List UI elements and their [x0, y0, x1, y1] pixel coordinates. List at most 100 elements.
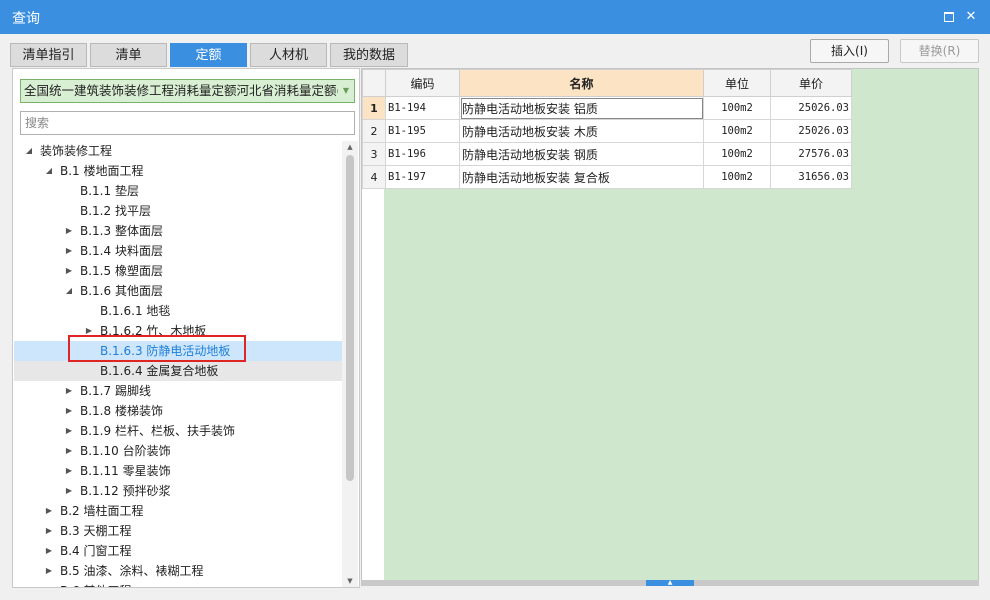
cell-name[interactable]: 防静电活动地板安装 复合板 — [459, 165, 704, 189]
library-select[interactable]: 全国统一建筑装饰装修工程消耗量定额河北省消耗量定额(20 ▼ — [20, 79, 355, 103]
tree-node-label: B.1.5 橡塑面层 — [80, 264, 163, 278]
tree-node[interactable]: ▶ B.1.11 零星装饰 — [14, 461, 342, 481]
cell-name[interactable]: 防静电活动地板安装 木质 — [459, 119, 704, 143]
cell-code[interactable]: B1-197 — [385, 165, 460, 189]
cell-unit[interactable]: 100m2 — [703, 142, 771, 166]
replace-button[interactable]: 替换(R) — [900, 39, 979, 63]
tab-materials[interactable]: 人材机 — [250, 43, 327, 67]
expand-icon[interactable]: ▶ — [64, 241, 74, 261]
expand-icon[interactable]: ▶ — [64, 401, 74, 421]
expand-icon[interactable]: ▶ — [84, 321, 94, 341]
expand-icon[interactable]: ▶ — [44, 541, 54, 561]
library-select-value: 全国统一建筑装饰装修工程消耗量定额河北省消耗量定额(20 — [24, 83, 355, 98]
cell-unit[interactable]: 100m2 — [703, 96, 771, 120]
scrollbar-thumb[interactable] — [346, 155, 354, 481]
expand-icon[interactable]: ▶ — [64, 421, 74, 441]
expand-icon[interactable]: ▶ — [44, 521, 54, 541]
header-name[interactable]: 名称 — [459, 69, 704, 97]
collapse-icon[interactable]: ◢ — [64, 281, 74, 301]
table-row[interactable]: 2 B1-195 防静电活动地板安装 木质 100m2 25026.03 — [362, 119, 852, 143]
tree-node-label: B.1.10 台阶装饰 — [80, 444, 171, 458]
cell-unit[interactable]: 100m2 — [703, 119, 771, 143]
tree-node-label: B.1.9 栏杆、栏板、扶手装饰 — [80, 424, 235, 438]
tree-node-label: B.1.11 零星装饰 — [80, 464, 171, 478]
splitter-grip-icon[interactable]: ▲ — [646, 580, 694, 586]
tree-node-label: B.3 天棚工程 — [60, 524, 132, 538]
tree-node[interactable]: ▶ B.1.10 台阶装饰 — [14, 441, 342, 461]
tree-node[interactable]: ▶ B.1.12 预拌砂浆 — [14, 481, 342, 501]
tree-node-label: B.6 其他工程 — [60, 581, 132, 587]
close-icon[interactable]: ✕ — [963, 9, 979, 25]
table-row[interactable]: 4 B1-197 防静电活动地板安装 复合板 100m2 31656.03 — [362, 165, 852, 189]
tree-node[interactable]: ▶ B.3 天棚工程 — [14, 521, 342, 541]
tree-node[interactable]: B.1.2 找平层 — [14, 201, 342, 221]
triangle-down-icon[interactable]: ▼ — [338, 80, 354, 102]
tree-node[interactable]: B.1.6.1 地毯 — [14, 301, 342, 321]
tree-node-label: 装饰装修工程 — [40, 144, 113, 158]
expand-icon[interactable]: ▶ — [44, 561, 54, 581]
search-input[interactable] — [20, 111, 355, 135]
tab-quota[interactable]: 定额 — [170, 43, 247, 67]
tree-node[interactable]: ▶ B.1.3 整体面层 — [14, 221, 342, 241]
cell-code[interactable]: B1-196 — [385, 142, 460, 166]
expand-icon[interactable]: ▶ — [64, 221, 74, 241]
cell-name[interactable]: 防静电活动地板安装 铝质 — [459, 96, 704, 120]
tree-node[interactable]: ▶ B.1.7 踢脚线 — [14, 381, 342, 401]
tab-bill-guide[interactable]: 清单指引 — [10, 43, 87, 67]
expand-icon[interactable]: ▶ — [44, 501, 54, 521]
maximize-icon[interactable] — [941, 9, 957, 25]
tree-node[interactable]: ▶ B.1.5 橡塑面层 — [14, 261, 342, 281]
cell-code[interactable]: B1-195 — [385, 119, 460, 143]
tree-node[interactable]: ▶ B.5 油漆、涂料、裱糊工程 — [14, 561, 342, 581]
tree-node[interactable]: ▶ B.6 其他工程 — [14, 581, 342, 587]
tree-node-label: B.1.3 整体面层 — [80, 224, 163, 238]
tree-node[interactable]: ▶ B.1.6.2 竹、木地板 — [14, 321, 342, 341]
collapse-icon[interactable]: ◢ — [24, 141, 34, 161]
tree-node[interactable]: ▶ B.1.4 块料面层 — [14, 241, 342, 261]
cell-name[interactable]: 防静电活动地板安装 钢质 — [459, 142, 704, 166]
scroll-up-icon[interactable]: ▲ — [342, 141, 358, 153]
tree-node[interactable]: ▶ B.1.8 楼梯装饰 — [14, 401, 342, 421]
cell-unit[interactable]: 100m2 — [703, 165, 771, 189]
tree-node[interactable]: ▶ B.2 墙柱面工程 — [14, 501, 342, 521]
insert-button[interactable]: 插入(I) — [810, 39, 889, 63]
cell-code[interactable]: B1-194 — [385, 96, 460, 120]
table-row[interactable]: 3 B1-196 防静电活动地板安装 钢质 100m2 27576.03 — [362, 142, 852, 166]
tree-node[interactable]: B.1.6.3 防静电活动地板 — [14, 341, 342, 361]
table-row[interactable]: 1 B1-194 防静电活动地板安装 铝质 100m2 25026.03 — [362, 96, 852, 120]
expand-icon[interactable]: ▶ — [64, 481, 74, 501]
expand-icon[interactable]: ▶ — [44, 581, 54, 587]
quota-grid-panel: 编码 名称 单位 单价 1 B1-194 防静电活动地板安装 铝质 100m2 … — [361, 68, 979, 582]
splitter-bar[interactable]: ▲ — [361, 580, 979, 586]
expand-icon[interactable]: ▶ — [64, 381, 74, 401]
tab-bill[interactable]: 清单 — [90, 43, 167, 67]
tree-node-label: B.1.1 垫层 — [80, 184, 139, 198]
header-price[interactable]: 单价 — [770, 69, 852, 97]
tree-scrollbar[interactable]: ▲ ▼ — [342, 141, 358, 587]
tree-node[interactable]: ▶ B.1.9 栏杆、栏板、扶手装饰 — [14, 421, 342, 441]
window-titlebar: 查询 ✕ — [0, 0, 990, 34]
tree-node[interactable]: ▶ B.4 门窗工程 — [14, 541, 342, 561]
collapse-icon[interactable]: ◢ — [44, 161, 54, 181]
tree-node[interactable]: B.1.1 垫层 — [14, 181, 342, 201]
expand-icon[interactable]: ▶ — [64, 461, 74, 481]
tree-node-label: B.1.6.3 防静电活动地板 — [100, 344, 231, 358]
cell-price[interactable]: 27576.03 — [770, 142, 852, 166]
tree-node[interactable]: ◢ B.1.6 其他面层 — [14, 281, 342, 301]
cell-price[interactable]: 25026.03 — [770, 96, 852, 120]
grid-header: 编码 名称 单位 单价 — [362, 69, 852, 97]
cell-price[interactable]: 31656.03 — [770, 165, 852, 189]
tree-node[interactable]: B.1.6.4 金属复合地板 — [14, 361, 342, 381]
tree-node[interactable]: ◢ B.1 楼地面工程 — [14, 161, 342, 181]
tab-my-data[interactable]: 我的数据 — [330, 43, 408, 67]
row-number: 3 — [362, 142, 386, 166]
tree-node-label: B.1.7 踢脚线 — [80, 384, 151, 398]
expand-icon[interactable]: ▶ — [64, 261, 74, 281]
scroll-down-icon[interactable]: ▼ — [342, 575, 358, 587]
tree-node[interactable]: ◢ 装饰装修工程 — [14, 141, 342, 161]
expand-icon[interactable]: ▶ — [64, 441, 74, 461]
quota-grid: 编码 名称 单位 单价 1 B1-194 防静电活动地板安装 铝质 100m2 … — [362, 69, 852, 189]
header-unit[interactable]: 单位 — [703, 69, 771, 97]
cell-price[interactable]: 25026.03 — [770, 119, 852, 143]
header-code[interactable]: 编码 — [385, 69, 460, 97]
